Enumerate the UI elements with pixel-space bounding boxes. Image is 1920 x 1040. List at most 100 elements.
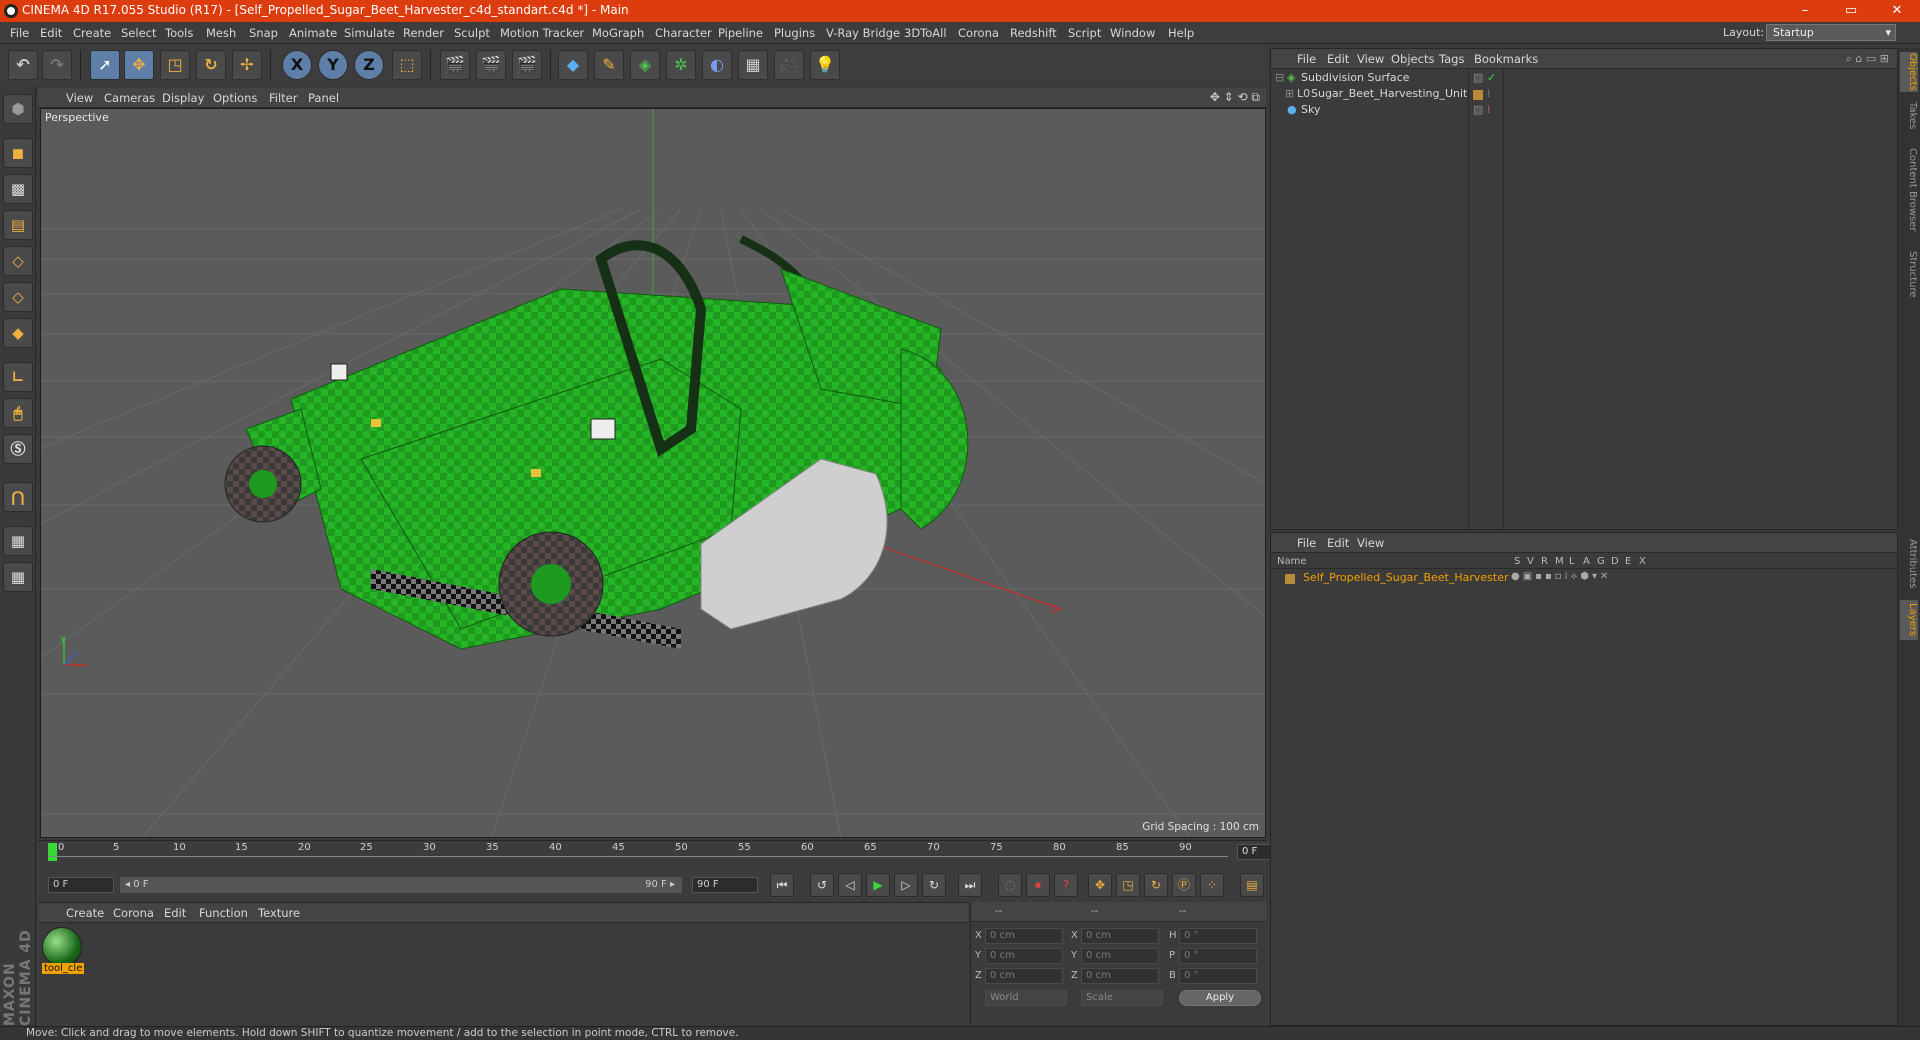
menu-select[interactable]: Select (121, 26, 156, 40)
timeline-playhead[interactable] (48, 843, 57, 861)
material-menu-function[interactable]: Function (199, 906, 248, 920)
size-y-field[interactable]: 0 cm (1081, 948, 1159, 964)
layermgr-menu-edit[interactable]: Edit (1327, 536, 1349, 550)
menu-edit[interactable]: Edit (40, 26, 62, 40)
object-row[interactable]: ⊞ L0 Sugar_Beet_Harvesting_Unit ⁞ (1271, 87, 1897, 103)
go-to-start-icon[interactable]: ⏮ (770, 873, 794, 897)
lock-workplane-icon[interactable]: ▦ (3, 526, 33, 556)
floor-icon[interactable]: ▦ (738, 50, 768, 80)
menu-create[interactable]: Create (73, 26, 111, 40)
material-menu-create[interactable]: Create (66, 906, 104, 920)
cloner-icon[interactable]: ✲ (666, 50, 696, 80)
position-z-field[interactable]: 0 cm (985, 968, 1063, 984)
scale-key-icon[interactable]: ◳ (1116, 873, 1140, 897)
model-mode-icon[interactable]: ◼ (3, 138, 33, 168)
objmgr-menu-view[interactable]: View (1357, 52, 1384, 66)
tab-content-browser[interactable]: Content Browser (1900, 140, 1918, 240)
objmgr-search-icons[interactable]: ⌕ ⌂ ▭ ⊞ (1846, 52, 1889, 66)
move-tool-icon[interactable]: ✥ (124, 50, 154, 80)
go-to-end-icon[interactable]: ⏭ (958, 873, 982, 897)
menu-mograph[interactable]: MoGraph (592, 26, 644, 40)
y-axis-lock-button[interactable]: Y (318, 50, 348, 80)
position-key-icon[interactable]: ✥ (1088, 873, 1112, 897)
viewport-menu-cameras[interactable]: Cameras (104, 91, 155, 105)
object-row[interactable]: ⊟ ◈ Subdivision Surface ▨ ✓ (1271, 71, 1897, 87)
position-x-field[interactable]: 0 cm (985, 928, 1063, 944)
size-z-field[interactable]: 0 cm (1081, 968, 1159, 984)
record-keyframes-icon[interactable]: ◌ (998, 873, 1022, 897)
subdivision-surface-icon[interactable]: ◈ (630, 50, 660, 80)
material-menu-texture[interactable]: Texture (258, 906, 300, 920)
previous-key-icon[interactable]: ↺ (810, 873, 834, 897)
texture-mode-icon[interactable]: ▩ (3, 174, 33, 204)
axis-mode-icon[interactable]: ∟ (3, 362, 33, 392)
scale-dropdown[interactable]: Scale (1081, 990, 1163, 1006)
layer-row[interactable]: Self_Propelled_Sugar_Beet_Harvester ●▣▪▪… (1271, 571, 1897, 587)
layout-dropdown[interactable]: Startup ▾ (1766, 24, 1896, 41)
live-selection-icon[interactable]: ➚ (90, 50, 120, 80)
rotation-b-field[interactable]: 0 ° (1179, 968, 1257, 984)
tab-layers[interactable]: Layers (1900, 600, 1918, 640)
apply-button[interactable]: Apply (1179, 990, 1261, 1006)
tab-structure[interactable]: Structure (1900, 246, 1918, 302)
frame-range-slider[interactable]: ◂ 0 F 90 F ▸ (120, 877, 682, 893)
viewport-menu-view[interactable]: View (66, 91, 93, 105)
make-editable-icon[interactable]: ⬢ (3, 94, 33, 124)
tab-objects[interactable]: Objects (1900, 52, 1918, 92)
layer-color-tag[interactable] (1473, 90, 1483, 100)
objmgr-menu-edit[interactable]: Edit (1327, 52, 1349, 66)
objmgr-menu-bookmarks[interactable]: Bookmarks (1474, 52, 1538, 66)
minimize-button[interactable]: – (1782, 1, 1828, 21)
menu-redshift[interactable]: Redshift (1010, 26, 1057, 40)
menu-tools[interactable]: Tools (165, 26, 193, 40)
menu-character[interactable]: Character (655, 26, 712, 40)
render-dots-icon[interactable]: ⁞ (1487, 103, 1491, 116)
menu-file[interactable]: File (10, 26, 29, 40)
viewport-nav-icons[interactable]: ✥ ⇕ ⟲ ⧉ (1210, 90, 1260, 105)
menu-vray-bridge[interactable]: V-Ray Bridge (826, 26, 900, 40)
menu-sculpt[interactable]: Sculpt (454, 26, 490, 40)
layermgr-menu-view[interactable]: View (1357, 536, 1384, 550)
edges-mode-icon[interactable]: ◇ (3, 282, 33, 312)
render-to-picture-viewer-icon[interactable]: 🎬 (512, 50, 542, 80)
menu-motion-tracker[interactable]: Motion Tracker (500, 26, 584, 40)
tab-takes[interactable]: Takes (1900, 98, 1918, 134)
expand-icon[interactable]: ⊞ (1285, 87, 1294, 100)
material-menu-corona[interactable]: Corona (113, 906, 154, 920)
timeline-window-icon[interactable]: ▤ (1240, 873, 1264, 897)
recent-tool-icon[interactable]: ✢ (232, 50, 262, 80)
menu-render[interactable]: Render (403, 26, 444, 40)
end-frame-field[interactable]: 90 F (692, 877, 758, 893)
light-icon[interactable]: 💡 (810, 50, 840, 80)
cube-primitive-icon[interactable]: ◆ (558, 50, 588, 80)
menu-window[interactable]: Window (1110, 26, 1155, 40)
coordinate-system-icon[interactable]: ⬚ (392, 50, 422, 80)
objmgr-menu-objects[interactable]: Objects (1391, 52, 1434, 66)
viewport-menu-options[interactable]: Options (213, 91, 257, 105)
next-frame-icon[interactable]: ▷ (894, 873, 918, 897)
world-dropdown[interactable]: World (985, 990, 1067, 1006)
render-dots-icon[interactable]: ⁞ (1487, 87, 1491, 100)
scale-tool-icon[interactable]: ◳ (160, 50, 190, 80)
viewport-menu-display[interactable]: Display (162, 91, 204, 105)
layer-toggle-icons[interactable]: ●▣▪▪▫⁞⟡⬢▾✕ (1511, 571, 1611, 582)
perspective-viewport[interactable]: Perspective y z Grid Spacing : 100 cm (40, 108, 1266, 838)
material-swatch[interactable]: tool_cle (42, 927, 85, 974)
rotation-p-field[interactable]: 0 ° (1179, 948, 1257, 964)
magnet-icon[interactable]: ⋂ (3, 482, 33, 512)
layermgr-menu-file[interactable]: File (1297, 536, 1316, 550)
undo-button[interactable]: ↶ (8, 50, 38, 80)
enabled-check-icon[interactable]: ✓ (1487, 71, 1496, 84)
menu-animate[interactable]: Animate (289, 26, 337, 40)
maximize-button[interactable]: ▭ (1828, 1, 1874, 21)
snapping-icon[interactable]: Ⓢ (3, 434, 33, 464)
rotation-key-icon[interactable]: ↻ (1144, 873, 1168, 897)
spline-pen-icon[interactable]: ✎ (594, 50, 624, 80)
polygons-mode-icon[interactable]: ◆ (3, 318, 33, 348)
menu-3dtoall[interactable]: 3DToAll (904, 26, 947, 40)
visibility-toggle-icon[interactable]: ▨ (1473, 103, 1483, 116)
visibility-toggle-icon[interactable]: ▨ (1473, 71, 1483, 84)
start-frame-field[interactable]: 0 F (48, 877, 114, 893)
timeline-ruler[interactable]: 0 5 10 15 20 25 30 35 40 45 50 55 60 65 … (38, 840, 1303, 864)
tab-attributes[interactable]: Attributes (1900, 534, 1918, 594)
